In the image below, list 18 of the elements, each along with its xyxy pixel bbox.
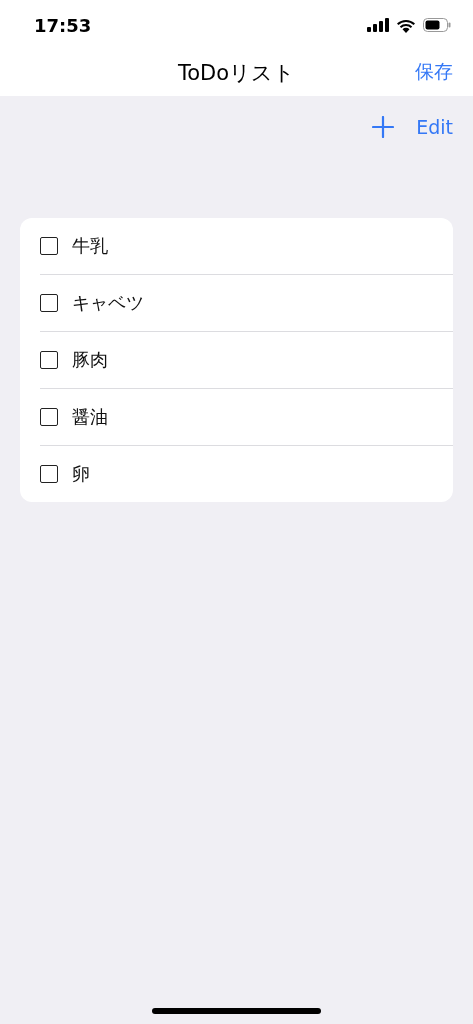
save-button[interactable]: 保存: [415, 59, 453, 85]
todo-item-label: キャベツ: [72, 291, 144, 315]
todo-item-label: 豚肉: [72, 348, 108, 372]
checkbox[interactable]: [40, 408, 58, 426]
edit-button[interactable]: Edit: [416, 116, 453, 138]
todo-item-label: 卵: [72, 462, 90, 486]
nav-title: ToDoリスト: [177, 60, 296, 87]
checkbox[interactable]: [40, 351, 58, 369]
checkbox[interactable]: [40, 237, 58, 255]
checkbox[interactable]: [40, 294, 58, 312]
status-time: 17:53: [34, 14, 92, 36]
todo-item-label: 牛乳: [72, 234, 108, 258]
todo-item-label: 醤油: [72, 405, 108, 429]
checkbox[interactable]: [40, 465, 58, 483]
wifi-icon: [396, 17, 416, 33]
signal-icon: [367, 18, 389, 32]
battery-icon: [423, 18, 451, 32]
add-icon[interactable]: [372, 116, 395, 138]
